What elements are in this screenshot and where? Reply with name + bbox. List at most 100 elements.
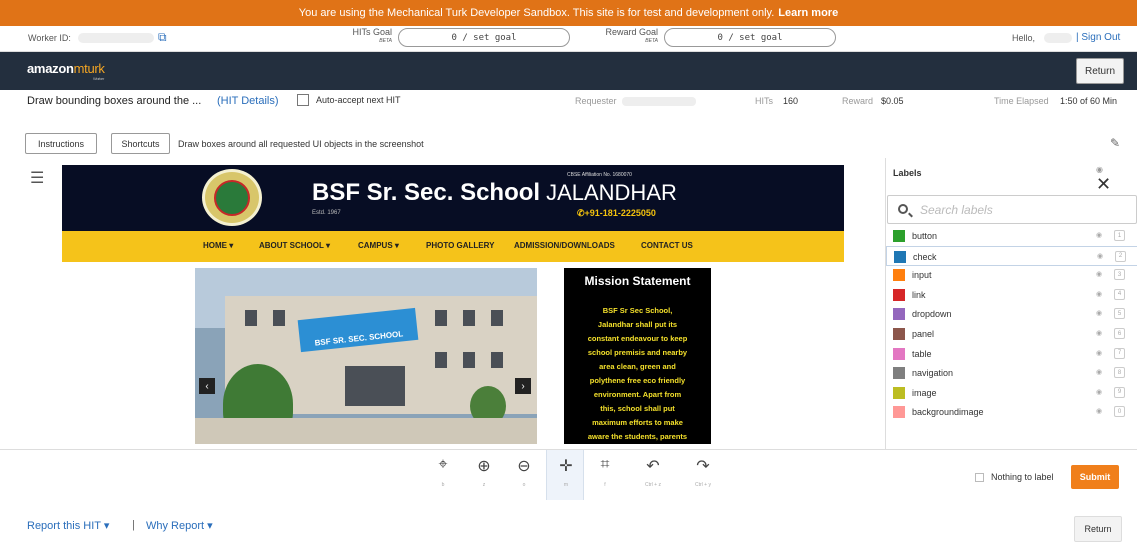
box-tool[interactable]: ⌖ b [424, 450, 462, 500]
label-color-swatch [893, 269, 905, 282]
reward-goal-label: Reward Goal BETA [605, 27, 658, 45]
sign-out-link[interactable]: | Sign Out [1076, 32, 1120, 43]
undo-tool[interactable]: ↶ Ctrl + z [634, 450, 672, 500]
eye-icon[interactable]: ◉ [1096, 368, 1102, 376]
label-item-image[interactable]: image ◉ 9 [886, 383, 1137, 403]
label-item-input[interactable]: input ◉ 3 [886, 265, 1137, 285]
zoom-in-tool[interactable]: ⊕ z [465, 450, 503, 500]
affiliation-text: CBSE Affiliation No. 1680070 [567, 172, 632, 178]
eye-icon[interactable]: ◉ [1097, 252, 1103, 260]
eye-icon[interactable]: ◉ [1096, 231, 1102, 239]
label-item-panel[interactable]: panel ◉ 6 [886, 324, 1137, 344]
close-icon[interactable]: ✕ [1096, 174, 1111, 195]
hotkey-badge: 9 [1114, 386, 1125, 398]
annotation-toolbar: ⌖ b ⊕ z ⊖ o ✛ m ⌗ f ↶ Ctrl + z ↷ Ctrl + y Nothing to … [0, 449, 1137, 500]
move-tool[interactable]: ✛ m [546, 450, 584, 500]
annotation-canvas[interactable]: BSF Sr. Sec. School JALANDHAR CBSE Affili… [62, 165, 844, 444]
submit-button[interactable]: Submit [1071, 465, 1119, 489]
eye-icon[interactable]: ◉ [1096, 270, 1102, 278]
label-color-swatch [893, 230, 905, 242]
why-report-link[interactable]: Why Report ▾ [146, 519, 213, 532]
mission-line: school premisis and nearby [587, 348, 688, 357]
shortcuts-button[interactable]: Shortcuts [111, 133, 170, 154]
worker-id-redacted [78, 33, 154, 43]
eye-icon[interactable]: ◉ [1096, 309, 1102, 317]
label-item-backgroundimage[interactable]: backgroundimage ◉ 0 [886, 402, 1137, 422]
zoom-out-icon: ⊖ [517, 458, 531, 475]
label-item-table[interactable]: table ◉ 7 [886, 344, 1137, 364]
footer-separator: | [132, 519, 135, 531]
eye-icon[interactable]: ◉ [1096, 165, 1103, 174]
hotkey-badge: 1 [1114, 230, 1125, 241]
tool-shortcut: Ctrl + z [645, 482, 661, 488]
eye-icon[interactable]: ◉ [1096, 329, 1102, 337]
nav-home[interactable]: HOME ▾ [203, 241, 233, 250]
reward-goal-input[interactable]: 0 / set goal [664, 28, 836, 47]
search-labels-input[interactable] [920, 202, 1120, 218]
learn-more-link[interactable]: Learn more [778, 7, 838, 19]
return-button-bottom[interactable]: Return [1074, 516, 1122, 542]
hits-goal-input[interactable]: 0 / set goal [398, 28, 570, 47]
mission-line: Jalandhar shall put its [597, 320, 678, 329]
label-item-link[interactable]: link ◉ 4 [886, 285, 1137, 305]
hotkey-badge: 5 [1114, 308, 1125, 320]
nav-admission[interactable]: ADMISSION/DOWNLOADS [514, 241, 615, 250]
mission-line: maximum efforts to make [592, 418, 683, 427]
tool-shortcut: z [482, 482, 486, 488]
hits-goal-label: HITs Goal BETA [352, 27, 392, 45]
chevron-right-icon[interactable]: › [515, 378, 531, 394]
hits-value: 160 [783, 96, 799, 106]
requester-label: Requester [575, 96, 617, 106]
copy-icon[interactable]: ⧉ [158, 30, 167, 45]
menu-icon[interactable]: ☰ [30, 168, 44, 188]
eye-icon[interactable]: ◉ [1096, 349, 1102, 357]
hotkey-badge: 8 [1114, 367, 1125, 379]
tool-shortcut: Ctrl + y [695, 482, 711, 488]
fit-tool[interactable]: ⌗ f [586, 450, 624, 500]
label-item-dropdown[interactable]: dropdown ◉ 5 [886, 304, 1137, 324]
label-name: backgroundimage [912, 407, 984, 418]
label-name: link [912, 289, 926, 300]
hello-text: Hello, [1012, 33, 1036, 43]
eye-icon[interactable]: ◉ [1096, 407, 1102, 415]
hotkey-badge: 3 [1114, 269, 1125, 281]
move-icon: ✛ [559, 458, 573, 475]
chevron-left-icon[interactable]: ‹ [199, 378, 215, 394]
auto-accept-checkbox[interactable] [297, 94, 309, 106]
label-item-button[interactable]: button ◉ 1 [886, 226, 1137, 246]
time-elapsed-label: Time Elapsed [994, 96, 1049, 106]
tool-shortcut: b [441, 482, 445, 488]
zoom-out-tool[interactable]: ⊖ o [505, 450, 543, 500]
time-elapsed-value: 1:50 of 60 Min [1060, 96, 1118, 106]
report-hit-link[interactable]: Report this HIT ▾ [27, 519, 109, 532]
mturk-logo[interactable]: amazonmturk Worker [27, 61, 105, 81]
eye-icon[interactable]: ◉ [1096, 388, 1102, 396]
label-name: check [913, 251, 937, 262]
hotkey-badge: 7 [1114, 347, 1125, 359]
nav-contact[interactable]: CONTACT US [641, 241, 693, 250]
nothing-to-label-checkbox[interactable] [975, 473, 984, 482]
reward-label: Reward [842, 96, 874, 106]
hotkey-badge: 0 [1114, 406, 1125, 418]
edit-icon[interactable]: ✎ [1110, 136, 1120, 150]
mission-line: polythene free eco friendly [589, 376, 686, 385]
nav-photo-gallery[interactable]: PHOTO GALLERY [426, 241, 494, 250]
label-item-navigation[interactable]: navigation ◉ 8 [886, 363, 1137, 383]
nothing-to-label-text[interactable]: Nothing to label [991, 472, 1054, 482]
return-button[interactable]: Return [1076, 58, 1124, 84]
redo-tool[interactable]: ↷ Ctrl + y [684, 450, 722, 500]
label-item-check[interactable]: check ◉ 2 [886, 245, 1137, 266]
school-body: BSF SR. SEC. SCHOOL ‹ › Mission Statemen… [62, 262, 844, 444]
school-header: BSF Sr. Sec. School JALANDHAR CBSE Affili… [62, 165, 844, 231]
mission-line: constant endeavour to keep [587, 334, 688, 343]
instructions-button[interactable]: Instructions [25, 133, 97, 154]
eye-icon[interactable]: ◉ [1096, 290, 1102, 298]
instructions-text: Draw boxes around all requested UI objec… [178, 139, 424, 149]
mission-line: this, school shall put [600, 404, 675, 413]
label-name: button [912, 231, 938, 241]
hit-details-link[interactable]: (HIT Details) [217, 95, 279, 107]
nav-campus[interactable]: CAMPUS ▾ [358, 241, 399, 250]
auto-accept-label[interactable]: Auto-accept next HIT [316, 95, 401, 105]
requester-redacted [622, 97, 696, 106]
nav-about-school[interactable]: ABOUT SCHOOL ▾ [259, 241, 330, 250]
